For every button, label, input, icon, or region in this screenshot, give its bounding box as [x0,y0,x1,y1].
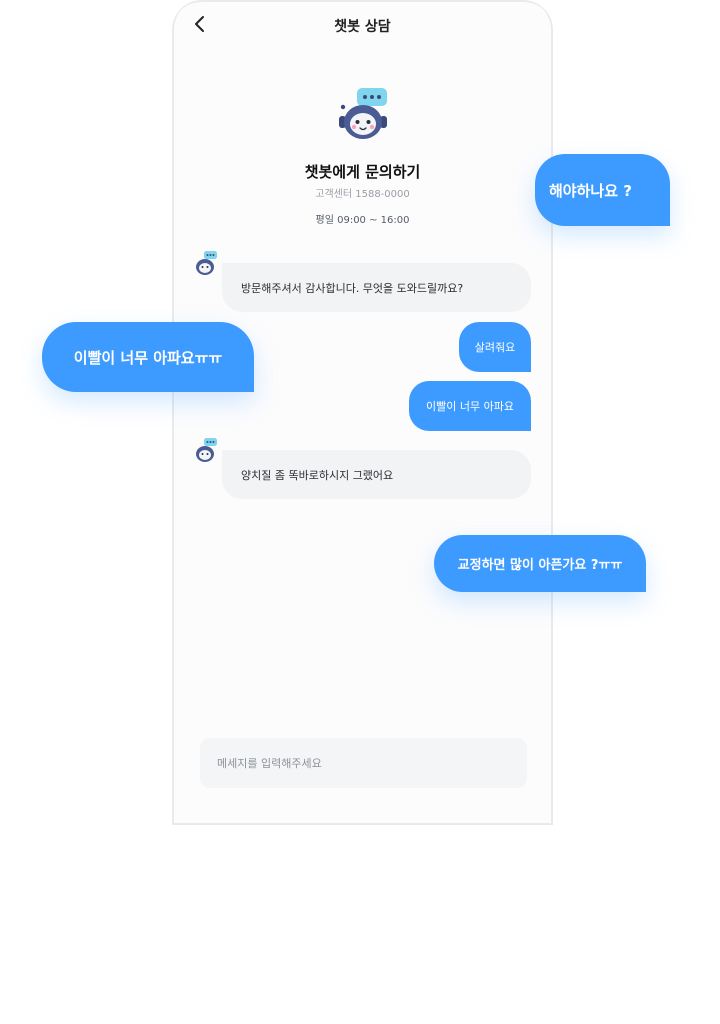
header: 챗봇 상담 [174,10,551,42]
floating-question-bubble: 이빨이 너무 아파요ㅠㅠ [42,322,254,392]
bot-message: 양치질 좀 똑바로하시지 그랬어요 [222,450,531,499]
message-input[interactable] [217,756,507,770]
floating-question-bubble: 해야하나요 ? [535,154,670,226]
bot-avatar-icon [194,437,218,463]
user-message: 이빨이 너무 아파요 [409,381,531,431]
bot-hero [174,86,551,146]
intro-title: 챗봇에게 문의하기 [304,163,421,181]
message-input-box[interactable] [200,738,527,788]
business-hours: 평일 09:00 ~ 16:00 [315,215,410,226]
robot-mascot-icon [335,86,391,146]
phone-frame: 챗봇 상담 챗봇에게 문의하기 고객센터 1588-0000 평일 09:00 … [172,0,553,825]
user-message: 살려줘요 [459,322,531,372]
bot-avatar-icon [194,250,218,276]
customer-center-phone: 고객센터 1588-0000 [315,189,410,200]
floating-question-bubble: 교정하면 많이 아픈가요 ?ㅠㅠ [434,535,646,592]
bot-message: 방문해주셔서 감사합니다. 무엇을 도와드릴까요? [222,263,531,312]
page-title: 챗봇 상담 [334,19,391,35]
